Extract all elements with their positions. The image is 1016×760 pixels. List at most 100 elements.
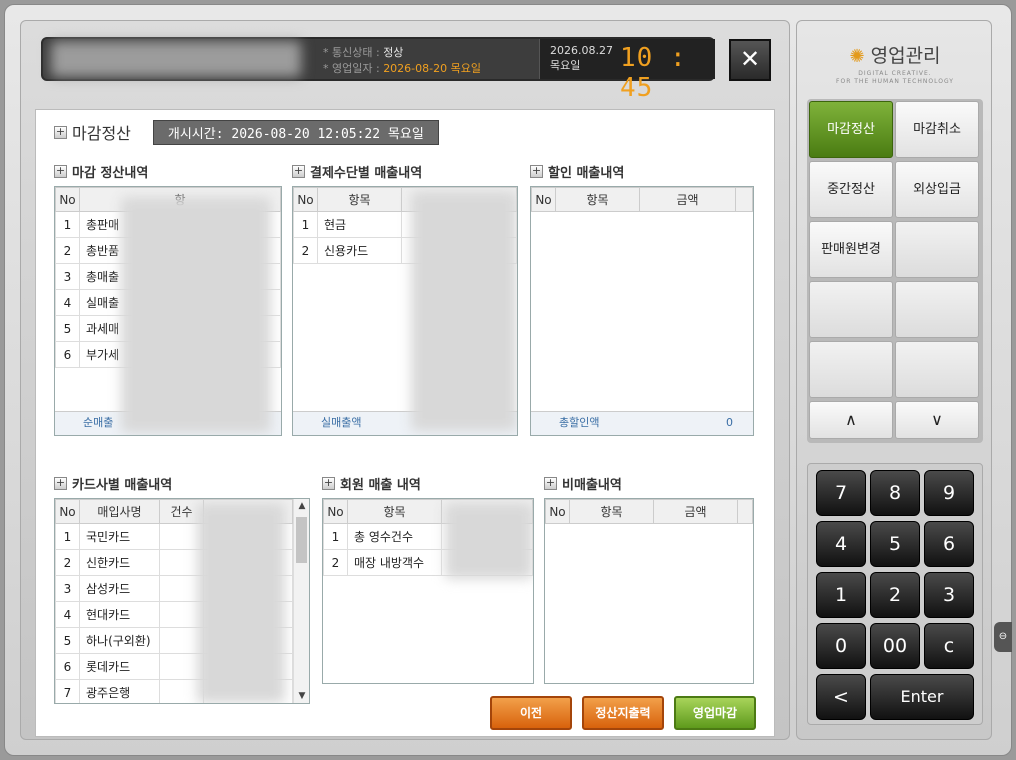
row-no: 2 [55,549,80,576]
business-date-value: 2026-08-20 목요일 [383,62,481,75]
menu-up-button[interactable]: ∧ [809,401,893,439]
page-title: 마감정산 [72,124,131,143]
key-3[interactable]: 3 [924,572,974,618]
key-8[interactable]: 8 [870,470,920,516]
row-name: 신한카드 [79,549,160,576]
card-title: 카드사별 매출내역 [72,478,173,493]
card-grid: No 매입사명 건수 1 국민카드 2 신한카드 3 삼성카드 4 현대카드 5 하나(구… [54,498,310,704]
menu-down-button[interactable]: ∨ [895,401,979,439]
key-00[interactable]: 00 [870,623,920,669]
row-name: 현대카드 [79,601,160,628]
close-button[interactable]: ✕ [729,39,771,81]
interim-settle-button[interactable]: 중간정산 [809,161,893,218]
credit-deposit-button[interactable]: 외상입금 [895,161,979,218]
side-handle-icon[interactable]: ⊖ [994,622,1012,652]
empty-menu-slot [809,281,893,338]
discount-section-title: + 할인 매출내역 [530,162,624,181]
brand-subtitle: DIGITAL CREATIVE. FOR THE HUMAN TECHNOLO… [797,70,993,86]
prev-button[interactable]: 이전 [490,696,572,730]
key-7[interactable]: 7 [816,470,866,516]
clock-time: 10 : 45 [620,43,687,103]
clock-date: 2026.08.27 목요일 [550,43,613,73]
col-no: No [323,499,348,524]
key-0[interactable]: 0 [816,623,866,669]
key-9[interactable]: 9 [924,470,974,516]
row-item: 신용카드 [317,237,402,264]
status-info: * 통신상태 : 정상 * 영업일자 : 2026-08-20 목요일 [323,45,481,77]
key-5[interactable]: 5 [870,521,920,567]
payment-title: 결제수단별 매출내역 [310,166,423,181]
plus-icon: + [54,124,67,139]
payment-grid: No 항목 1 현금 2 신용카드 실매출액 [292,186,518,436]
redacted-values [197,503,285,703]
col-no: No [545,499,570,524]
plus-icon: + [530,164,543,178]
redacted-store-name [51,41,301,77]
row-no: 4 [55,289,80,316]
clock-date-value: 2026.08.27 [550,44,613,57]
plus-icon: + [54,164,67,178]
discount-grid: No 항목 금액 총할인액 0 [530,186,754,436]
row-no: 6 [55,653,80,680]
change-cashier-button[interactable]: 판매원변경 [809,221,893,278]
key-clear[interactable]: c [924,623,974,669]
row-no: 1 [55,523,80,550]
col-item: 항목 [569,499,654,524]
nonsales-section-title: + 비매출내역 [544,474,622,493]
row-name: 삼성카드 [79,575,160,602]
row-no: 2 [323,549,348,576]
scroll-up-icon[interactable]: ▲ [294,501,309,511]
row-name: 하나(구외환) [79,627,160,654]
row-item: 총 영수건수 [347,523,442,550]
closing-section-title: + 마감 정산내역 [54,162,148,181]
print-settlement-button[interactable]: 정산지출력 [582,696,664,730]
row-no: 2 [293,237,318,264]
row-no: 6 [55,341,80,368]
row-name: 국민카드 [79,523,160,550]
brand-sub2: FOR THE HUMAN TECHNOLOGY [836,78,954,85]
discount-footer: 총할인액 0 [531,411,753,435]
key-2[interactable]: 2 [870,572,920,618]
row-name: 롯데카드 [79,653,160,680]
enter-key[interactable]: Enter [870,674,974,720]
function-menu: 마감정산 마감취소 중간정산 외상입금 판매원변경 ∧ ∨ [807,99,983,443]
key-4[interactable]: 4 [816,521,866,567]
backspace-key[interactable]: < [816,674,866,720]
row-no: 3 [55,263,80,290]
row-item: 현금 [317,211,402,238]
nonsales-title: 비매출내역 [562,478,622,493]
plus-icon: + [322,476,335,490]
row-no: 4 [55,601,80,628]
empty-menu-slot [895,341,979,398]
business-date-label: * 영업일자 : [323,62,380,75]
row-no: 5 [55,627,80,654]
cancel-settle-button[interactable]: 마감취소 [895,101,979,158]
col-amount: 금액 [653,499,738,524]
comm-status-value: 정상 [383,46,404,59]
brand: ✺ 영업관리 DIGITAL CREATIVE. FOR THE HUMAN T… [797,41,993,86]
col-amount: 금액 [639,187,736,212]
brand-sub1: DIGITAL CREATIVE. [858,70,932,77]
clock-day-value: 목요일 [550,59,581,72]
redacted-values [445,503,533,579]
close-business-button[interactable]: 영업마감 [674,696,756,730]
scroll-thumb[interactable] [296,517,307,563]
scroll-down-icon[interactable]: ▼ [294,691,309,701]
col-no: No [55,499,80,524]
key-6[interactable]: 6 [924,521,974,567]
discount-title: 할인 매출내역 [548,166,625,181]
key-1[interactable]: 1 [816,572,866,618]
row-no: 1 [55,211,80,238]
row-no: 2 [55,237,80,264]
empty-menu-slot [895,221,979,278]
card-scrollbar[interactable]: ▲ ▼ [293,499,309,703]
brand-title-text: 영업관리 [870,45,941,67]
redacted-values [121,197,271,433]
col-item: 항목 [317,187,402,212]
row-item: 매장 내방객수 [347,549,442,576]
settle-button[interactable]: 마감정산 [809,101,893,158]
numeric-keypad: 7 8 9 4 5 6 1 2 3 0 00 c < Enter [807,463,983,725]
row-no: 3 [55,575,80,602]
card-section-title: + 카드사별 매출내역 [54,474,172,493]
member-grid: No 항목 1총 영수건수 2 매장 내방객수 [322,498,534,684]
